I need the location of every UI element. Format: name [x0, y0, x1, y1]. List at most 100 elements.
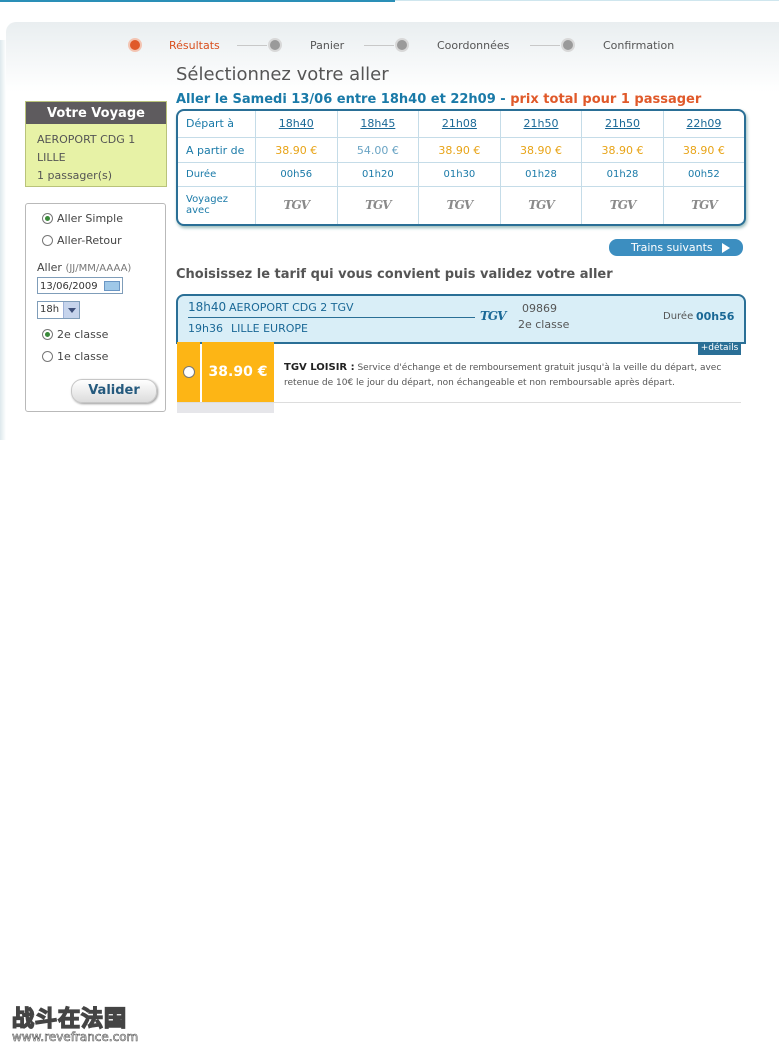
voyage-destination: LILLE: [37, 151, 66, 164]
train-number: 09869: [522, 302, 557, 315]
selected-trip-header: 18h40 AEROPORT CDG 2 TGV 19h36 LILLE EUR…: [176, 294, 746, 344]
time-cell[interactable]: 22h09: [662, 111, 744, 138]
aller-retour-label[interactable]: Aller-Retour: [57, 234, 122, 247]
step-connector: [364, 45, 394, 46]
page-title: Sélectionnez votre aller: [176, 64, 389, 85]
step-contact-dot-icon: [395, 38, 409, 52]
fare-option: 38.90 € TGV LOISIR : Service d'échange e…: [177, 342, 741, 403]
trip-class: 2e classe: [518, 318, 570, 331]
price-cell[interactable]: 54.00 €: [336, 136, 420, 164]
duration-cell: 01h28: [499, 162, 583, 187]
time-cell[interactable]: 18h40: [255, 111, 338, 138]
carrier-cell: TGV: [662, 185, 744, 224]
tgv-logo: TGV: [609, 198, 636, 213]
departure-time-link[interactable]: 21h50: [605, 117, 640, 130]
step-connector: [530, 45, 560, 46]
price-cell[interactable]: 38.90 €: [255, 136, 338, 164]
next-trains-button[interactable]: Trains suivants: [609, 239, 743, 256]
trip-departure-time: 18h40: [188, 300, 227, 314]
carrier-row: Voyagez avec TGV TGV TGV TGV TGV TGV: [178, 185, 744, 224]
duration-row: Durée 00h56 01h20 01h30 01h28 01h28 00h5…: [178, 162, 744, 187]
carrier-cell: TGV: [418, 185, 501, 224]
time-cell[interactable]: 18h45: [336, 111, 420, 138]
date-input[interactable]: 13/06/2009: [37, 277, 123, 294]
subtitle-main: Aller le Samedi 13/06 entre 18h40 et 22h…: [176, 92, 511, 107]
price-cell[interactable]: 38.90 €: [418, 136, 501, 164]
row-label-duration: Durée: [178, 162, 256, 187]
top-accent-line: [0, 0, 395, 2]
hour-select[interactable]: 18h: [37, 301, 80, 319]
voyage-origin: AEROPORT CDG 1: [37, 133, 136, 146]
date-value: 13/06/2009: [40, 281, 98, 292]
carrier-cell: TGV: [581, 185, 664, 224]
step-cart-dot-icon: [268, 38, 282, 52]
time-cell[interactable]: 21h08: [418, 111, 501, 138]
departure-time-link[interactable]: 21h50: [523, 117, 558, 130]
calendar-icon[interactable]: [104, 281, 120, 291]
fare-radio[interactable]: [183, 366, 195, 378]
fare-price: 38.90 €: [202, 342, 274, 402]
valider-button[interactable]: Valider: [71, 379, 157, 403]
departure-time-link[interactable]: 18h45: [360, 117, 395, 130]
class1-label[interactable]: 1e classe: [57, 350, 108, 363]
carrier-cell: TGV: [499, 185, 583, 224]
time-cell[interactable]: 21h50: [499, 111, 583, 138]
row-label-price: A partir de: [178, 136, 256, 164]
duration-cell: 01h28: [581, 162, 664, 187]
tgv-logo: TGV: [283, 198, 310, 213]
class2-radio[interactable]: [42, 329, 53, 340]
top-accent-line-light: [395, 0, 779, 1]
choose-fare-heading: Choisissez le tarif qui vous convient pu…: [176, 267, 613, 282]
step-confirm-dot-icon: [561, 38, 575, 52]
row-label-depart: Départ à: [178, 111, 256, 138]
price-cell[interactable]: 38.90 €: [662, 136, 744, 164]
departure-time-link[interactable]: 21h08: [442, 117, 477, 130]
watermark-url: www.revefrance.com: [12, 1030, 139, 1045]
step-contact-label: Coordonnées: [437, 39, 510, 52]
hour-value: 18h: [40, 304, 60, 315]
voyage-passengers: 1 passager(s): [37, 169, 113, 182]
aller-retour-radio[interactable]: [42, 235, 53, 246]
tgv-logo: TGV: [446, 198, 473, 213]
fare-radio-column: [177, 342, 200, 402]
class1-radio[interactable]: [42, 351, 53, 362]
tgv-logo: TGV: [528, 198, 554, 213]
subtitle-total-price: prix total pour 1 passager: [510, 92, 702, 107]
carrier-cell: TGV: [255, 185, 338, 224]
price-cell[interactable]: 38.90 €: [499, 136, 583, 164]
tgv-logo: TGV: [480, 309, 506, 323]
departure-times-table: Départ à 18h40 18h45 21h08 21h50 21h50 2…: [176, 109, 746, 226]
trip-arrival-time: 19h36: [188, 322, 223, 335]
chevron-down-icon[interactable]: [63, 302, 79, 318]
trip-duration-label: Durée: [663, 311, 694, 322]
trip-separator: [188, 317, 475, 318]
voyage-summary-title: Votre Voyage: [26, 102, 166, 124]
step-results-label: Résultats: [169, 39, 220, 52]
fare-description: TGV LOISIR : Service d'échange et de rem…: [284, 360, 734, 391]
row-label-with: Voyagez avec: [178, 185, 256, 224]
time-cell[interactable]: 21h50: [581, 111, 664, 138]
price-row: A partir de 38.90 € 54.00 € 38.90 € 38.9…: [178, 136, 744, 164]
aller-simple-label[interactable]: Aller Simple: [57, 212, 123, 225]
duration-cell: 01h20: [336, 162, 420, 187]
step-results-dot-icon: [128, 38, 142, 52]
site-watermark: 战斗在法国 www.revefrance.com: [11, 1001, 139, 1045]
tgv-logo: TGV: [691, 198, 717, 213]
aller-date-label: Aller (JJ/MM/AAAA): [37, 261, 131, 274]
departure-row: Départ à 18h40 18h45 21h08 21h50 21h50 2…: [178, 111, 744, 138]
trip-departure-station: AEROPORT CDG 2 TGV: [229, 301, 354, 314]
aller-simple-radio[interactable]: [42, 213, 53, 224]
departure-time-link[interactable]: 18h40: [279, 117, 314, 130]
outbound-subtitle: Aller le Samedi 13/06 entre 18h40 et 22h…: [176, 92, 701, 107]
aller-label-text: Aller: [37, 261, 62, 274]
duration-cell: 00h56: [255, 162, 338, 187]
tgv-logo: TGV: [365, 198, 391, 213]
duration-cell: 00h52: [662, 162, 744, 187]
class2-label[interactable]: 2e classe: [57, 328, 108, 341]
step-confirm-label: Confirmation: [603, 39, 675, 52]
departure-time-link[interactable]: 22h09: [686, 117, 721, 130]
fare-name: TGV LOISIR :: [284, 362, 355, 373]
date-format-hint: (JJ/MM/AAAA): [65, 263, 132, 274]
price-cell[interactable]: 38.90 €: [581, 136, 664, 164]
step-connector: [237, 45, 267, 46]
